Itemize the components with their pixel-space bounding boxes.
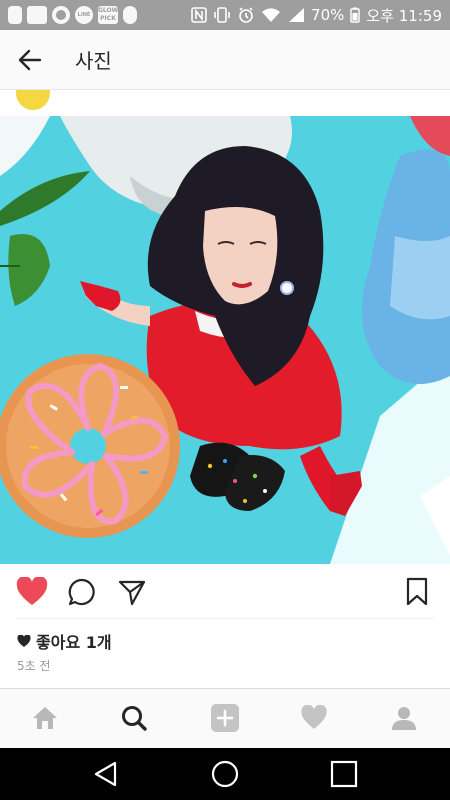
comment-icon [68,578,95,606]
nav-home[interactable] [15,689,75,747]
heart-icon [301,705,327,729]
vibrate-icon [214,7,230,23]
glow-pick-app-icon: GLOW PICK [98,6,119,24]
search-icon [122,706,147,731]
gallery-icon [27,6,47,24]
status-bar: LINE GLOW PICK 70% 오후 11:59 [0,0,450,30]
post-actions [0,564,450,620]
alarm-icon [239,7,253,23]
notification-icon [8,6,22,24]
nav-activity[interactable] [284,689,344,747]
comment-button[interactable] [62,572,102,612]
home-icon [33,707,57,729]
wifi-icon [262,8,281,22]
battery-icon [350,7,361,23]
system-nav-bar [0,748,450,800]
bookmark-icon [406,577,428,606]
nav-search[interactable] [104,689,164,747]
system-recents-button[interactable] [314,754,374,794]
page-title: 사진 [75,49,112,73]
post-timestamp: 5초 전 [17,659,51,673]
app-bar: 사진 [0,30,450,90]
likes-count[interactable]: 좋아요 1개 [36,629,112,653]
back-triangle-icon [94,761,117,787]
nfc-icon [191,7,207,23]
profile-icon [392,707,416,730]
post-photo[interactable] [0,116,450,564]
signal-icon [289,8,305,22]
avatar[interactable] [16,90,50,110]
heart-filled-icon [16,577,48,605]
add-icon [211,704,239,732]
bottom-nav [0,688,450,748]
share-button[interactable] [112,572,152,612]
share-icon [118,580,146,606]
battery-text: 70% [311,6,345,24]
app-icon [123,6,137,24]
likes-row[interactable]: 좋아요 1개 [17,629,112,653]
back-button[interactable] [0,30,60,90]
record-icon [52,6,70,24]
nav-add[interactable] [195,689,255,747]
photo-illustration [0,116,450,564]
clock-text: 오후 11:59 [366,6,442,25]
nav-profile[interactable] [374,689,434,747]
home-circle-icon [211,760,239,788]
line-app-icon: LINE [75,6,93,24]
divider [16,618,434,619]
system-home-button[interactable] [195,754,255,794]
recents-square-icon [330,760,358,788]
heart-small-icon [17,634,31,647]
system-back-button[interactable] [76,754,136,794]
arrow-left-icon [18,49,42,70]
previous-post-strip [0,90,450,116]
like-button[interactable] [12,572,52,612]
bookmark-button[interactable] [397,572,437,612]
